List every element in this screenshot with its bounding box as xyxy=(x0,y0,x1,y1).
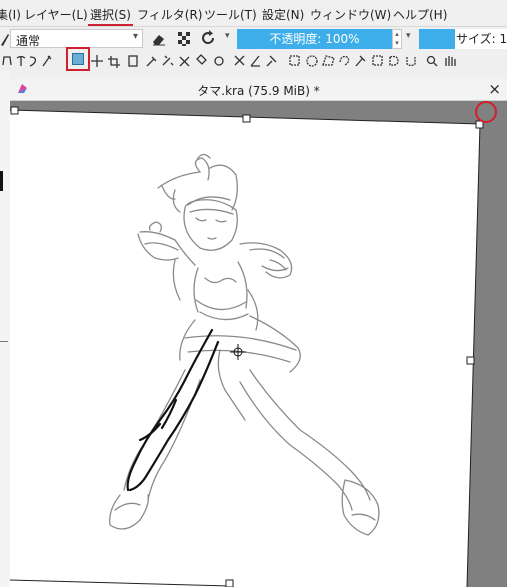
ellipse-select-icon xyxy=(306,55,318,67)
fill-icon xyxy=(196,54,207,65)
color-swatch[interactable] xyxy=(0,171,3,191)
canvas-drawing[interactable] xyxy=(10,101,507,587)
similar-select-icon xyxy=(372,55,383,66)
handle-top-left xyxy=(10,106,19,115)
menu-select-label: 選択(S) xyxy=(90,8,131,22)
ruler-icon xyxy=(250,55,260,67)
brush-preset-icon[interactable] xyxy=(0,30,10,48)
menu-bar: 集(I) レイヤー(L) 選択(S) フィルタ(R) ツール(T) 設定(N) … xyxy=(0,0,507,27)
contiguous-select-icon xyxy=(355,55,366,67)
handle-right xyxy=(466,356,475,365)
assistant-icon xyxy=(179,56,190,67)
handle-top xyxy=(242,114,251,123)
smart-patch-icon xyxy=(162,55,174,66)
move-icon xyxy=(91,55,103,67)
preserve-alpha-icon[interactable] xyxy=(177,31,193,47)
opacity-slider[interactable]: 不透明度: 100% xyxy=(237,29,392,49)
eraser-icon[interactable] xyxy=(151,31,167,47)
reference-pin-icon xyxy=(266,55,277,67)
magnetic-select-icon xyxy=(406,57,416,67)
freehand-curve-icon xyxy=(29,56,37,67)
transform-tool-button[interactable] xyxy=(66,47,90,71)
size-slider[interactable]: サイズ: 14 xyxy=(455,29,507,49)
blend-mode-value: 通常 xyxy=(16,34,41,48)
gradient-icon xyxy=(128,55,138,67)
bezier-select-icon xyxy=(389,55,399,66)
menu-window[interactable]: ウィンドウ(W) xyxy=(310,8,391,22)
pan-icon xyxy=(445,56,456,66)
opacity-spinner[interactable]: ▴ ▾ xyxy=(392,29,402,49)
chevron-down-icon: ▾ xyxy=(132,31,138,42)
menu-help[interactable]: ヘルプ(H) xyxy=(393,8,447,22)
canvas-page xyxy=(10,110,480,587)
menu-tools[interactable]: ツール(T) xyxy=(204,8,257,22)
polygon-select-icon xyxy=(322,55,335,66)
size-slider-fill[interactable] xyxy=(419,29,455,49)
docker-divider xyxy=(0,341,8,342)
menu-layer[interactable]: レイヤー(L) xyxy=(24,8,88,22)
rect-select-icon xyxy=(289,55,300,66)
document-tab[interactable]: タマ.kra (75.9 MiB) * × xyxy=(10,79,507,101)
freehand-select-icon xyxy=(339,55,350,66)
menu-edit[interactable]: 集(I) xyxy=(0,8,21,22)
rotate-handle-highlight[interactable] xyxy=(475,101,497,123)
menu-settings[interactable]: 設定(N) xyxy=(262,8,304,22)
measure-icon xyxy=(234,55,245,66)
calligraphy-icon xyxy=(42,55,52,67)
chevron-down-icon[interactable]: ▾ xyxy=(225,31,230,41)
bezier-curve-icon xyxy=(16,55,26,66)
zoom-icon xyxy=(426,55,436,65)
left-docker xyxy=(0,71,10,587)
document-title: タマ.kra (75.9 MiB) * xyxy=(197,84,320,98)
chevron-down-icon[interactable]: ▾ xyxy=(406,31,411,41)
enclosed-fill-icon xyxy=(214,56,224,66)
menu-select[interactable]: 選択(S) xyxy=(88,8,133,26)
transform-icon xyxy=(72,53,84,65)
color-picker-icon xyxy=(146,56,157,67)
blend-mode-select[interactable]: 通常 ▾ xyxy=(10,29,143,48)
menu-select-highlight xyxy=(88,24,133,26)
reload-preset-icon[interactable] xyxy=(201,30,217,46)
crop-icon xyxy=(108,56,120,68)
canvas-area[interactable] xyxy=(10,101,507,587)
freehand-path-icon xyxy=(2,56,12,66)
handle-bottom xyxy=(225,579,234,587)
menu-filter[interactable]: フィルタ(R) xyxy=(137,8,202,22)
close-icon[interactable]: × xyxy=(488,80,501,98)
